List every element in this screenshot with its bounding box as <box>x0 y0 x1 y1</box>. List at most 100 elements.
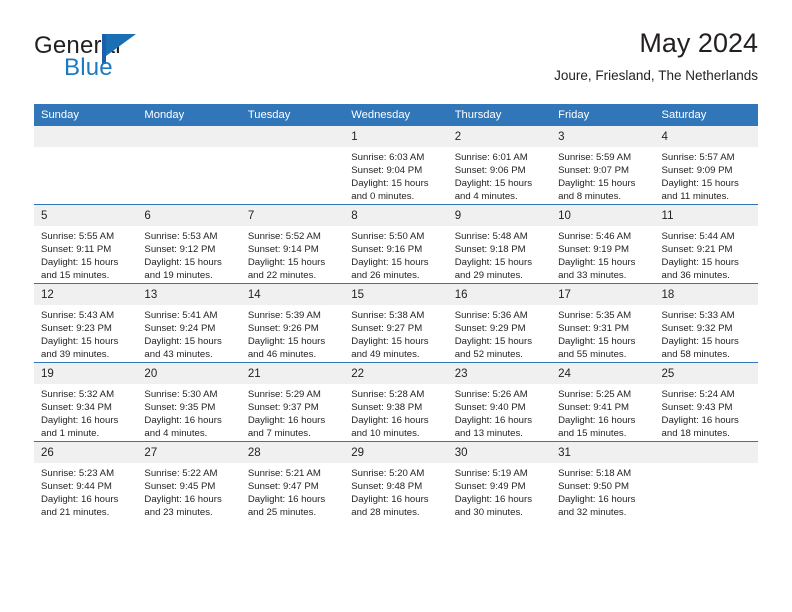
calendar-day-cell[interactable]: 10 Sunrise: 5:46 AM Sunset: 9:19 PM Dayligh… <box>551 204 655 284</box>
daylight-text-line1: Daylight: 15 hours <box>41 257 119 269</box>
calendar-day-cell[interactable]: 28 Sunrise: 5:21 AM Sunset: 9:47 PM Dayligh… <box>240 441 345 520</box>
daylight-text-line1: Daylight: 15 hours <box>247 257 326 269</box>
calendar-day-cell[interactable]: 3 Sunrise: 5:59 AM Sunset: 9:07 PM Daylight… <box>551 126 655 205</box>
calendar-day-cell[interactable]: 17 Sunrise: 5:35 AM Sunset: 9:31 PM Dayligh… <box>551 283 655 363</box>
sunset-text: Sunset: 9:47 PM <box>247 481 319 493</box>
day-details: Sunrise: 5:38 AM Sunset: 9:27 PM Daylight:… <box>344 305 447 361</box>
title-block: May 2024 Joure, Friesland, The Netherlan… <box>554 26 758 86</box>
day-number: 3 <box>551 126 655 147</box>
calendar-day-cell[interactable]: 4 Sunrise: 5:57 AM Sunset: 9:09 PM Daylight… <box>654 126 758 205</box>
sunset-text: Sunset: 9:45 PM <box>144 481 216 493</box>
daylight-text-line2: and 43 minutes. <box>144 349 213 361</box>
day-number: 23 <box>447 363 552 384</box>
calendar-day-cell[interactable]: 29 Sunrise: 5:20 AM Sunset: 9:48 PM Dayligh… <box>344 441 448 520</box>
calendar-day-cell[interactable]: 1 Sunrise: 6:03 AM Sunset: 9:04 PM Daylight… <box>344 126 448 205</box>
daylight-text-line2: and 33 minutes. <box>558 270 627 282</box>
weekday-header-thursday: Thursday <box>447 104 552 126</box>
brand-logo[interactable]: General Blue <box>34 32 224 88</box>
day-details: Sunrise: 5:33 AM Sunset: 9:32 PM Daylight:… <box>655 305 758 361</box>
calendar-day-cell[interactable]: 31 Sunrise: 5:18 AM Sunset: 9:50 PM Dayligh… <box>551 441 655 520</box>
calendar-day-cell[interactable]: 18 Sunrise: 5:33 AM Sunset: 9:32 PM Dayligh… <box>654 283 758 363</box>
day-details: Sunrise: 5:46 AM Sunset: 9:19 PM Daylight:… <box>551 226 654 282</box>
day-number: 6 <box>137 205 241 226</box>
calendar-week-row: 19 Sunrise: 5:32 AM Sunset: 9:34 PM Dayligh… <box>34 362 758 442</box>
calendar-day-cell[interactable]: 27 Sunrise: 5:22 AM Sunset: 9:45 PM Dayligh… <box>137 441 241 520</box>
calendar-day-cell[interactable]: 25 Sunrise: 5:24 AM Sunset: 9:43 PM Dayligh… <box>654 362 758 442</box>
calendar-day-cell[interactable]: 5 Sunrise: 5:55 AM Sunset: 9:11 PM Daylight… <box>34 204 138 284</box>
calendar-day-cell[interactable]: 8 Sunrise: 5:50 AM Sunset: 9:16 PM Daylight… <box>344 204 448 284</box>
calendar-body: 1 Sunrise: 6:03 AM Sunset: 9:04 PM Daylight… <box>34 126 758 520</box>
day-number: 24 <box>551 363 655 384</box>
sunset-text: Sunset: 9:35 PM <box>144 402 216 414</box>
daylight-text-line2: and 32 minutes. <box>558 507 627 519</box>
calendar-day-cell[interactable]: 26 Sunrise: 5:23 AM Sunset: 9:44 PM Dayligh… <box>34 441 138 520</box>
day-number: 15 <box>344 284 448 305</box>
calendar-day-cell[interactable]: 20 Sunrise: 5:30 AM Sunset: 9:35 PM Dayligh… <box>137 362 241 442</box>
sunset-text: Sunset: 9:06 PM <box>454 165 526 177</box>
daylight-text-line1: Daylight: 15 hours <box>454 178 533 190</box>
day-details: Sunrise: 5:22 AM Sunset: 9:45 PM Daylight:… <box>137 463 240 519</box>
sunrise-text: Sunrise: 5:59 AM <box>558 152 632 163</box>
sunset-text: Sunset: 9:07 PM <box>558 165 630 177</box>
daylight-text-line1: Daylight: 15 hours <box>454 257 533 269</box>
sunset-text: Sunset: 9:32 PM <box>661 323 733 335</box>
calendar-day-cell[interactable]: 21 Sunrise: 5:29 AM Sunset: 9:37 PM Dayligh… <box>240 362 345 442</box>
calendar-day-cell[interactable]: 30 Sunrise: 5:19 AM Sunset: 9:49 PM Dayligh… <box>447 441 552 520</box>
daylight-text-line1: Daylight: 16 hours <box>41 494 119 506</box>
calendar-day-cell[interactable]: 7 Sunrise: 5:52 AM Sunset: 9:14 PM Daylight… <box>240 204 345 284</box>
daylight-text-line2: and 25 minutes. <box>247 507 317 519</box>
calendar-day-cell[interactable]: 12 Sunrise: 5:43 AM Sunset: 9:23 PM Dayligh… <box>34 283 138 363</box>
daylight-text-line1: Daylight: 15 hours <box>144 336 222 348</box>
day-details: Sunrise: 5:23 AM Sunset: 9:44 PM Daylight:… <box>34 463 137 519</box>
sunrise-text: Sunrise: 5:55 AM <box>41 231 115 242</box>
daylight-text-line1: Daylight: 15 hours <box>558 257 636 269</box>
calendar-day-cell[interactable]: 16 Sunrise: 5:36 AM Sunset: 9:29 PM Dayligh… <box>447 283 552 363</box>
sunset-text: Sunset: 9:11 PM <box>41 244 112 256</box>
sunrise-text: Sunrise: 5:52 AM <box>247 231 321 242</box>
calendar-day-cell[interactable]: 13 Sunrise: 5:41 AM Sunset: 9:24 PM Dayligh… <box>137 283 241 363</box>
calendar-day-cell[interactable]: 9 Sunrise: 5:48 AM Sunset: 9:18 PM Daylight… <box>447 204 552 284</box>
sunrise-text: Sunrise: 5:36 AM <box>454 310 528 321</box>
sunrise-text: Sunrise: 5:48 AM <box>454 231 528 242</box>
weekday-header-wednesday: Wednesday <box>344 104 448 126</box>
sunrise-text: Sunrise: 5:35 AM <box>558 310 632 321</box>
sunset-text: Sunset: 9:04 PM <box>351 165 423 177</box>
calendar-day-cell[interactable]: 14 Sunrise: 5:39 AM Sunset: 9:26 PM Dayligh… <box>240 283 345 363</box>
sunrise-text: Sunrise: 5:39 AM <box>247 310 321 321</box>
sunset-text: Sunset: 9:16 PM <box>351 244 423 256</box>
calendar-day-cell[interactable]: 19 Sunrise: 5:32 AM Sunset: 9:34 PM Dayligh… <box>34 362 138 442</box>
daylight-text-line2: and 52 minutes. <box>454 349 523 361</box>
daylight-text-line2: and 4 minutes. <box>454 191 518 203</box>
daylight-text-line2: and 22 minutes. <box>247 270 317 282</box>
sunrise-text: Sunrise: 5:30 AM <box>144 389 218 400</box>
day-number: 4 <box>654 126 758 147</box>
calendar-week-row: 1 Sunrise: 6:03 AM Sunset: 9:04 PM Daylight… <box>34 126 758 205</box>
daylight-text-line1: Daylight: 16 hours <box>144 415 222 427</box>
calendar-day-cell[interactable]: 22 Sunrise: 5:28 AM Sunset: 9:38 PM Dayligh… <box>344 362 448 442</box>
day-number: 9 <box>447 205 552 226</box>
day-number <box>34 126 138 147</box>
calendar-day-cell[interactable]: 23 Sunrise: 5:26 AM Sunset: 9:40 PM Dayligh… <box>447 362 552 442</box>
calendar-day-cell[interactable]: 2 Sunrise: 6:01 AM Sunset: 9:06 PM Daylight… <box>447 126 552 205</box>
flag-triangle <box>106 34 136 56</box>
calendar-day-cell[interactable]: 11 Sunrise: 5:44 AM Sunset: 9:21 PM Dayligh… <box>654 204 758 284</box>
weekday-header-row: Sunday Monday Tuesday Wednesday Thursday Frid… <box>34 104 758 126</box>
calendar-day-cell[interactable]: 15 Sunrise: 5:38 AM Sunset: 9:27 PM Dayligh… <box>344 283 448 363</box>
daylight-text-line1: Daylight: 15 hours <box>558 178 636 190</box>
day-details: Sunrise: 5:55 AM Sunset: 9:11 PM Daylight:… <box>34 226 137 282</box>
daylight-text-line1: Daylight: 15 hours <box>41 336 119 348</box>
day-details: Sunrise: 5:43 AM Sunset: 9:23 PM Daylight:… <box>34 305 137 361</box>
calendar-day-cell[interactable]: 6 Sunrise: 5:53 AM Sunset: 9:12 PM Daylight… <box>137 204 241 284</box>
daylight-text-line2: and 18 minutes. <box>661 428 730 440</box>
sunset-text: Sunset: 9:49 PM <box>454 481 526 493</box>
calendar-day-cell[interactable]: 24 Sunrise: 5:25 AM Sunset: 9:41 PM Dayligh… <box>551 362 655 442</box>
sunset-text: Sunset: 9:50 PM <box>558 481 630 493</box>
calendar-week-row: 12 Sunrise: 5:43 AM Sunset: 9:23 PM Dayligh… <box>34 283 758 363</box>
daylight-text-line1: Daylight: 15 hours <box>454 336 533 348</box>
day-details: Sunrise: 5:50 AM Sunset: 9:16 PM Daylight:… <box>344 226 447 282</box>
sunrise-text: Sunrise: 5:41 AM <box>144 310 218 321</box>
daylight-text-line1: Daylight: 16 hours <box>558 415 636 427</box>
daylight-text-line2: and 36 minutes. <box>661 270 730 282</box>
daylight-text-line2: and 0 minutes. <box>351 191 415 203</box>
day-number: 20 <box>137 363 241 384</box>
